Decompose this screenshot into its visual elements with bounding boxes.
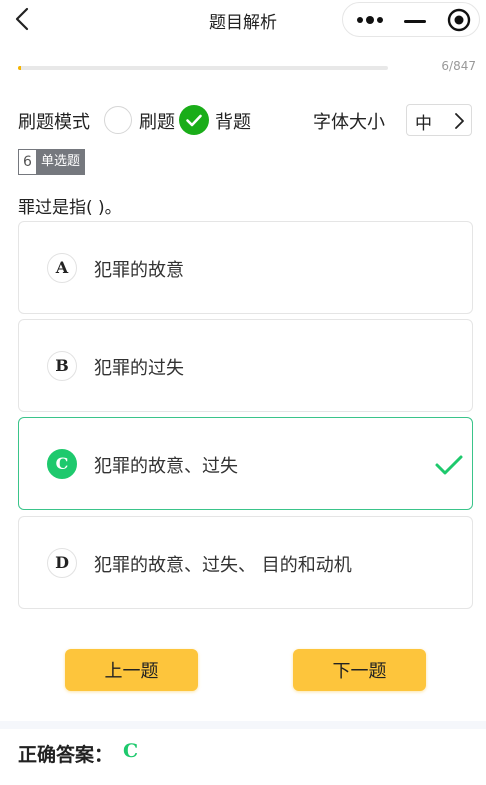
option-letter: A xyxy=(47,253,77,283)
next-question-button[interactable]: 下一题 xyxy=(293,649,426,691)
chevron-right-icon xyxy=(455,113,464,129)
answer-divider xyxy=(0,721,486,729)
progress-bar xyxy=(18,66,388,70)
option-text: 犯罪的故意 xyxy=(94,260,184,281)
option-text: 犯罪的故意、过失、 目的和动机 xyxy=(94,555,352,576)
progress-count: 6/847 xyxy=(441,59,476,73)
radio-memorize-checked[interactable] xyxy=(179,105,209,135)
more-dots-icon[interactable] xyxy=(355,13,385,27)
mode-row: 刷题模式 刷题 背题 字体大小 中 xyxy=(18,104,478,138)
check-icon xyxy=(435,455,463,475)
font-size-select[interactable]: 中 xyxy=(406,104,472,136)
correct-answer-value: C xyxy=(123,740,139,762)
prev-question-button[interactable]: 上一题 xyxy=(65,649,198,691)
radio-practice-label[interactable]: 刷题 xyxy=(139,108,175,134)
mode-label: 刷题模式 xyxy=(18,112,90,133)
radio-memorize-label[interactable]: 背题 xyxy=(215,108,251,134)
option-b[interactable]: B 犯罪的过失 xyxy=(18,319,473,412)
font-size-label: 字体大小 xyxy=(313,112,385,133)
correct-answer-label: 正确答案： xyxy=(18,744,114,766)
mini-program-capsule xyxy=(342,2,480,37)
target-circle-icon[interactable] xyxy=(447,8,471,32)
option-text: 犯罪的过失 xyxy=(94,358,184,379)
option-d[interactable]: D 犯罪的故意、过失、 目的和动机 xyxy=(18,516,473,609)
radio-practice[interactable] xyxy=(104,106,132,134)
question-text: 罪过是指( )。 xyxy=(18,198,122,218)
font-size-value: 中 xyxy=(415,114,432,134)
option-a[interactable]: A 犯罪的故意 xyxy=(18,221,473,314)
option-c-correct[interactable]: C 犯罪的故意、过失 xyxy=(18,417,473,510)
question-type-tag: 单选题 xyxy=(36,149,86,175)
option-text: 犯罪的故意、过失 xyxy=(94,456,238,477)
check-icon xyxy=(186,114,202,127)
question-badge: 6 单选题 xyxy=(18,149,86,175)
option-letter: C xyxy=(47,449,77,479)
top-nav-bar: 题目解析 xyxy=(0,0,486,40)
option-letter: B xyxy=(47,351,77,381)
minimize-icon[interactable] xyxy=(403,11,427,31)
option-letter: D xyxy=(47,548,77,578)
progress-fill xyxy=(18,66,21,70)
question-number: 6 xyxy=(18,149,36,175)
